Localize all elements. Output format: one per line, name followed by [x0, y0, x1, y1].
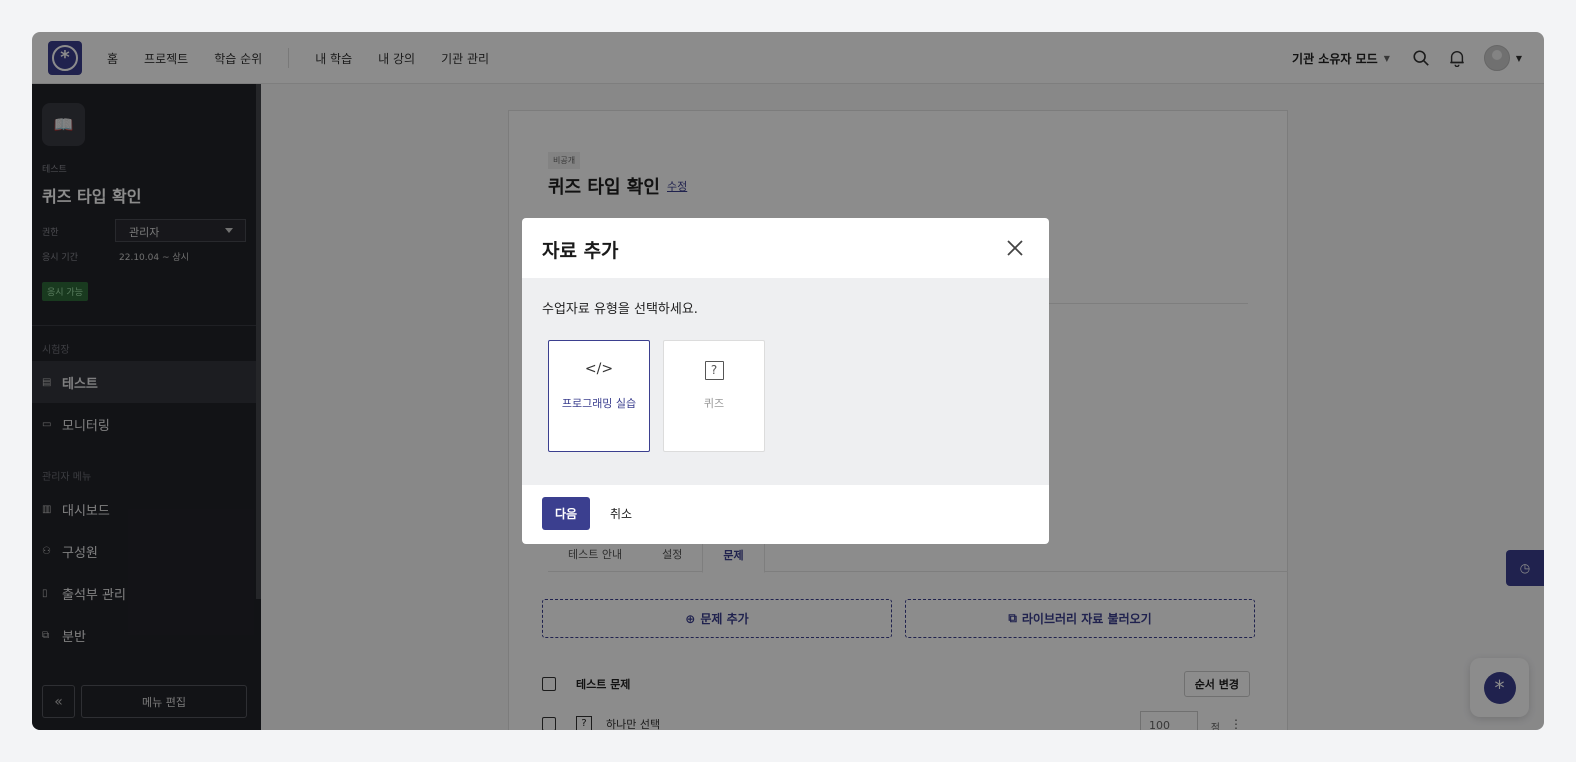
type-option-label: 프로그래밍 실습	[561, 397, 637, 410]
code-icon: </>	[584, 361, 614, 377]
dialog-body: 수업자료 유형을 선택하세요. </> 프로그래밍 실습 ? 퀴즈	[522, 278, 1049, 485]
dialog-title: 자료 추가	[542, 240, 619, 262]
cancel-button[interactable]: 취소	[604, 497, 638, 530]
type-option-quiz[interactable]: ? 퀴즈	[663, 340, 765, 452]
dialog-instruction: 수업자료 유형을 선택하세요.	[542, 302, 698, 317]
dialog-header: 자료 추가	[522, 218, 1049, 278]
close-icon[interactable]	[1005, 238, 1025, 258]
type-option-label: 퀴즈	[703, 397, 725, 410]
next-button[interactable]: 다음	[542, 497, 590, 530]
dialog-footer: 다음 취소	[522, 485, 1049, 544]
app-window: * 홈 프로젝트 학습 순위 내 학습 내 강의 기관 관리 기관 소유자 모드…	[32, 32, 1544, 730]
type-option-programming[interactable]: </> 프로그래밍 실습	[548, 340, 650, 452]
add-material-dialog: 자료 추가 수업자료 유형을 선택하세요. </> 프로그래밍 실습 ? 퀴즈 …	[522, 218, 1049, 544]
question-icon: ?	[664, 361, 764, 383]
